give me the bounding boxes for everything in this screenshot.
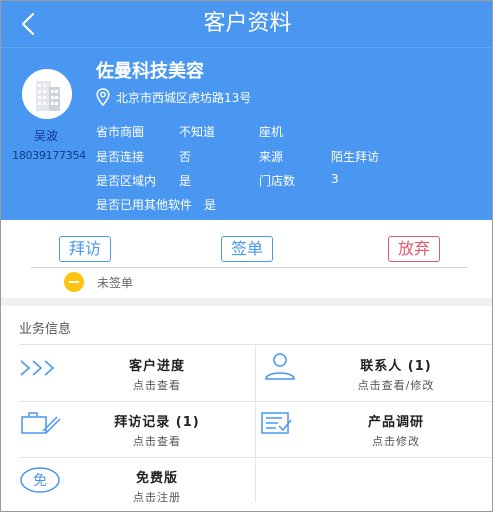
field-label-connected: 是否连接: [96, 150, 145, 164]
field-value-region: 不知道: [179, 125, 216, 139]
visit-records-item[interactable]: 拜访记录 (1) 点击查看: [19, 405, 255, 461]
company-name: 佐曼科技美容: [96, 61, 204, 82]
field-label-region: 省市商圈: [96, 125, 145, 139]
visit-record-icon: [21, 412, 61, 434]
address-row[interactable]: 北京市西城区虎坊路13号: [96, 87, 251, 107]
customer-profile: 吴波 18039177354 佐曼科技美容 北京市西城区虎坊路13号 省市商圈 …: [1, 47, 492, 220]
section-title: 业务信息: [19, 322, 72, 337]
field-value-in-area: 是: [179, 174, 192, 188]
nav-bar: 客户资料: [1, 1, 492, 47]
chevrons-right-icon: [20, 360, 55, 376]
field-value-other-software: 是: [204, 198, 217, 212]
status-minus-icon: [64, 272, 84, 292]
item-label: 免费版: [135, 471, 178, 486]
field-label-in-area: 是否区域内: [96, 174, 157, 188]
section-gap: [1, 298, 492, 306]
sign-status: 未签单: [97, 276, 134, 290]
person-icon: [265, 353, 295, 380]
sign-button[interactable]: 签单: [221, 236, 273, 262]
item-subtext: 点击查看/修改: [357, 379, 435, 392]
field-label-landline: 座机: [259, 125, 284, 139]
field-label-store-count: 门店数: [259, 174, 296, 188]
field-value-store-count: 3: [331, 172, 339, 186]
form-edit-icon: [261, 412, 292, 434]
product-research-item[interactable]: 产品调研 点击修改: [258, 405, 492, 461]
item-subtext: 点击注册: [133, 491, 181, 504]
divider: [31, 267, 467, 268]
address: 北京市西城区虎坊路13号: [116, 90, 252, 105]
divider: [19, 344, 492, 345]
building-icon: [22, 69, 72, 119]
item-label: 产品调研: [367, 415, 424, 430]
free-badge-icon: 免: [20, 467, 60, 493]
location-pin-icon: [96, 88, 110, 106]
customer-progress-item[interactable]: 客户进度 点击查看: [19, 349, 255, 405]
free-badge-text: 免: [33, 473, 47, 489]
divider: [255, 344, 256, 502]
item-subtext: 点击修改: [372, 435, 420, 448]
visit-button[interactable]: 拜访: [59, 236, 111, 262]
field-value-source: 陌生拜访: [331, 150, 380, 164]
item-subtext: 点击查看: [133, 435, 181, 448]
action-bar: 拜访 签单 放弃 未签单: [1, 220, 492, 298]
avatar[interactable]: [22, 69, 72, 119]
field-value-connected: 否: [179, 150, 192, 164]
field-label-source: 来源: [259, 150, 284, 164]
field-label-other-software: 是否已用其他软件: [96, 198, 193, 212]
app-frame: 客户资料 吴波 18039177354 佐曼科技美容 北京市西城区虎坊路13号 …: [0, 0, 493, 512]
page-title: 客户资料: [203, 11, 292, 36]
owner-phone: 18039177354: [12, 149, 86, 162]
item-label: 联系人 (1): [360, 359, 432, 374]
item-subtext: 点击查看: [133, 379, 181, 392]
abandon-button[interactable]: 放弃: [388, 236, 440, 262]
free-version-item[interactable]: 免 免费版 点击注册: [19, 461, 255, 511]
owner-name: 吴波: [33, 129, 58, 143]
item-label: 客户进度: [128, 359, 185, 374]
contacts-item[interactable]: 联系人 (1) 点击查看/修改: [258, 349, 492, 405]
item-label: 拜访记录 (1): [114, 415, 200, 430]
